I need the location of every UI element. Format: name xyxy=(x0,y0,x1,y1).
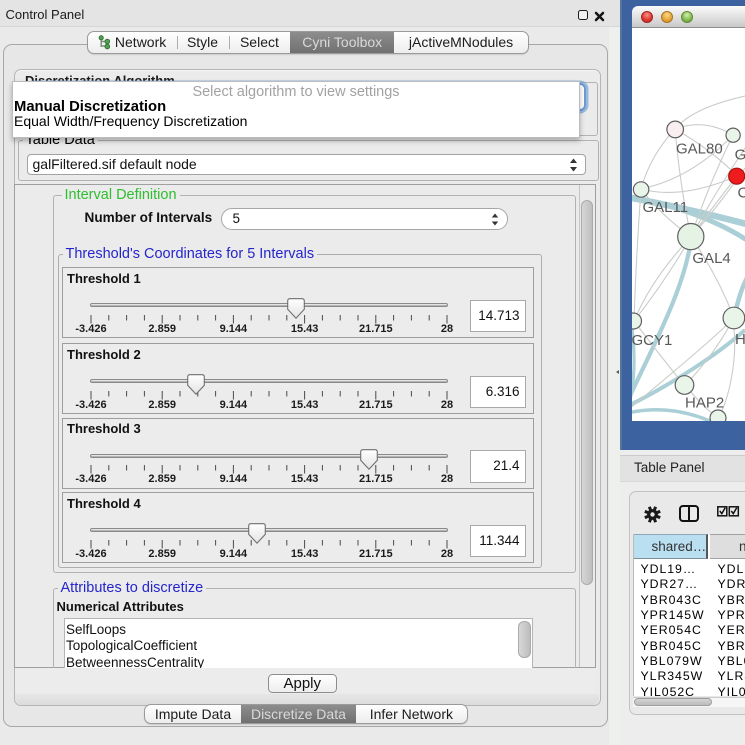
svg-text:GA: GA xyxy=(735,147,745,164)
svg-text:C: C xyxy=(738,184,745,201)
svg-text:GAL11: GAL11 xyxy=(643,199,689,216)
svg-text:HAP2: HAP2 xyxy=(685,395,724,412)
svg-text:H: H xyxy=(735,331,745,348)
svg-text:GAL80: GAL80 xyxy=(676,140,723,157)
svg-text:GCY1: GCY1 xyxy=(632,332,672,349)
svg-text:GAL4: GAL4 xyxy=(692,250,730,267)
